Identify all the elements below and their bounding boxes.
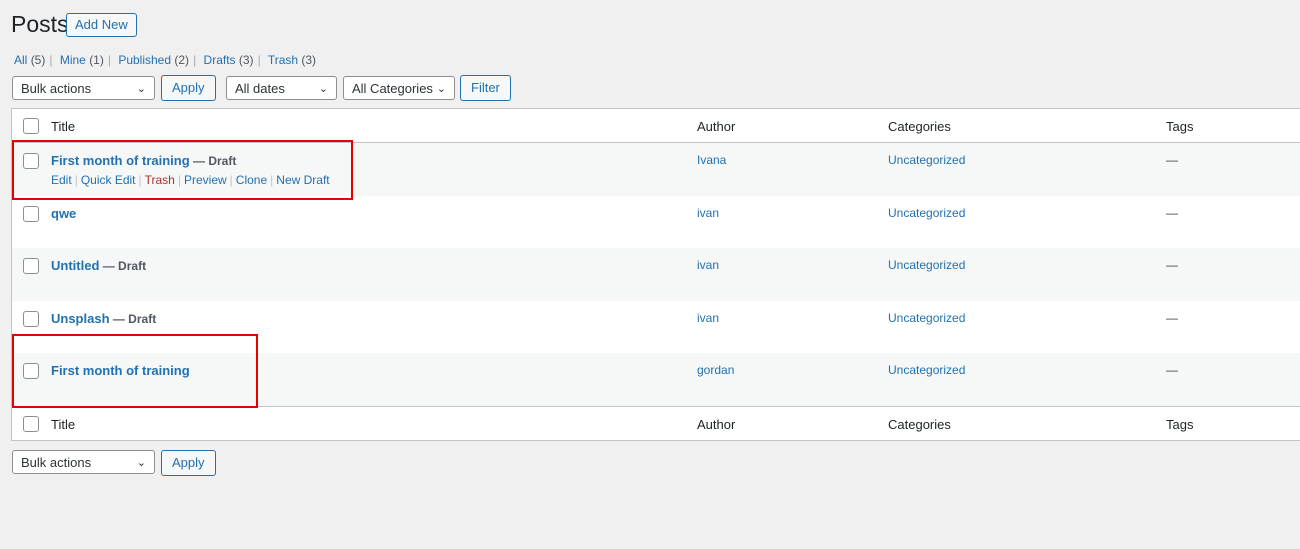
filter-button[interactable]: Filter (460, 75, 511, 101)
column-categories: Categories (888, 119, 951, 134)
post-state: — Draft (99, 259, 147, 274)
count: (5) (30, 53, 46, 67)
author-link[interactable]: Ivana (697, 153, 726, 167)
select-all-checkbox[interactable] (23, 118, 39, 134)
row-checkbox[interactable] (23, 310, 39, 327)
post-title-link[interactable]: Unsplash (51, 311, 110, 326)
filter-mine[interactable]: Mine (60, 53, 86, 67)
count: (3) (301, 53, 317, 67)
count: (3) (238, 53, 254, 67)
bulk-actions-select-bottom[interactable]: Bulk actions ⌄ (12, 450, 155, 474)
page-title: Posts (11, 11, 69, 37)
categories-select[interactable]: All Categories ⌄ (343, 76, 455, 100)
table-footer: Title Author Categories Tags (12, 405, 1300, 440)
author-link[interactable]: ivan (697, 311, 719, 325)
add-new-button[interactable]: Add New (66, 13, 137, 37)
filter-trash[interactable]: Trash (268, 53, 298, 67)
author-link[interactable]: ivan (697, 206, 719, 220)
bulk-actions-select[interactable]: Bulk actions ⌄ (12, 76, 155, 100)
column-author: Author (697, 119, 736, 134)
filter-all[interactable]: All (14, 53, 27, 67)
dates-select[interactable]: All dates ⌄ (226, 76, 337, 100)
category-link[interactable]: Uncategorized (888, 258, 965, 272)
category-link[interactable]: Uncategorized (888, 153, 965, 167)
chevron-down-icon: ⌄ (136, 457, 146, 469)
table-header: Title Author Categories Tags (12, 109, 1300, 143)
select-all-checkbox[interactable] (23, 415, 39, 432)
category-link[interactable]: Uncategorized (888, 311, 965, 325)
column-tags: Tags (1166, 416, 1194, 432)
bulk-actions-value: Bulk actions (21, 81, 92, 96)
table-row: Untitled — Draft ivan Uncategorized — (12, 248, 1300, 301)
post-title-link[interactable]: qwe (51, 206, 76, 221)
post-state: — Draft (109, 311, 157, 326)
column-author: Author (697, 416, 736, 432)
status-filters: All (5) | Mine (1) | Published (2) | Drafts… (14, 53, 317, 67)
filter-published[interactable]: Published (118, 53, 171, 67)
column-tags: Tags (1166, 119, 1194, 134)
table-row: qwe ivan Uncategorized — (12, 196, 1300, 249)
chevron-down-icon: ⌄ (436, 83, 446, 95)
bulk-actions-value: Bulk actions (21, 455, 92, 470)
dates-value: All dates (235, 81, 285, 96)
author-link[interactable]: ivan (697, 258, 719, 272)
highlight-box (12, 334, 258, 408)
sort-title[interactable]: Title (51, 119, 75, 134)
chevron-down-icon: ⌄ (318, 83, 328, 95)
row-checkbox[interactable] (23, 205, 39, 222)
category-link[interactable]: Uncategorized (888, 363, 965, 377)
count: (2) (174, 53, 190, 67)
sort-title[interactable]: Title (51, 417, 75, 432)
post-title-link[interactable]: Untitled (51, 258, 99, 273)
tags-value: — (1166, 153, 1178, 167)
tags-value: — (1166, 310, 1178, 325)
author-link[interactable]: gordan (697, 363, 734, 377)
filter-drafts[interactable]: Drafts (204, 53, 236, 67)
count: (1) (89, 53, 104, 67)
row-checkbox[interactable] (23, 258, 39, 275)
tags-value: — (1166, 205, 1178, 220)
apply-button-bottom[interactable]: Apply (161, 450, 216, 476)
chevron-down-icon: ⌄ (136, 83, 146, 95)
category-link[interactable]: Uncategorized (888, 206, 965, 220)
tags-value: — (1166, 258, 1178, 273)
categories-value: All Categories (352, 81, 433, 96)
highlight-box (12, 140, 353, 200)
apply-button[interactable]: Apply (161, 75, 216, 101)
column-categories: Categories (888, 416, 951, 432)
tags-value: — (1166, 363, 1178, 378)
